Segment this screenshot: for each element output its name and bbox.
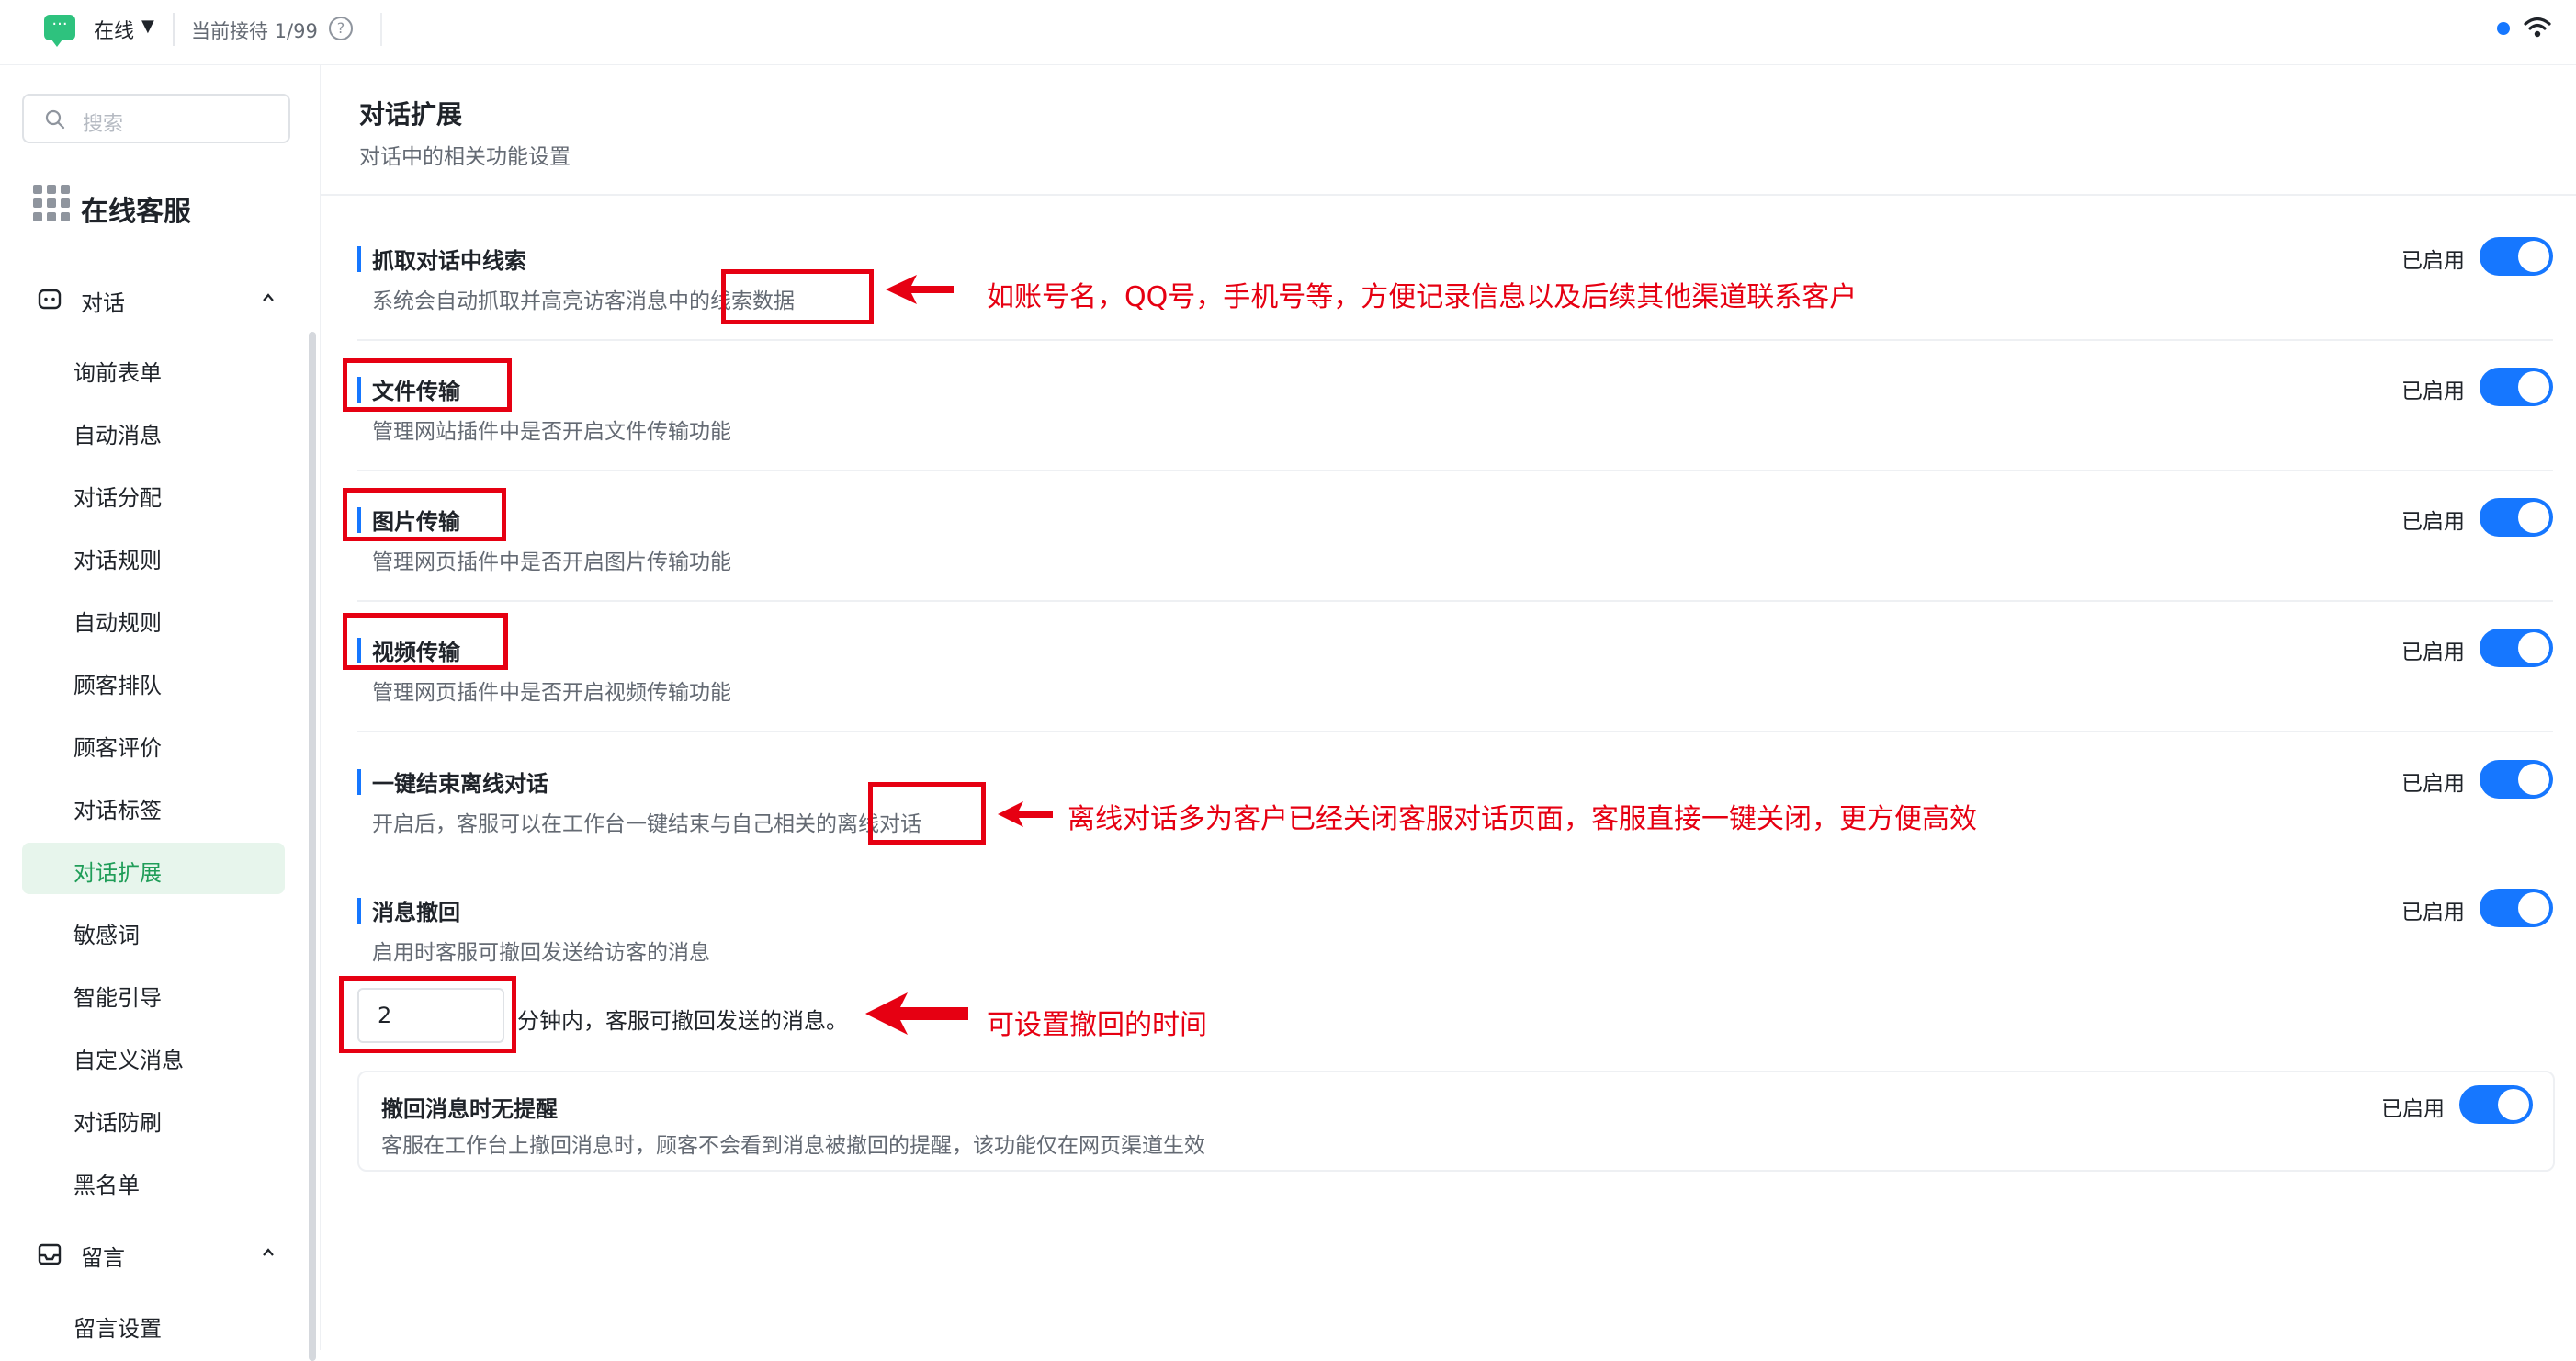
wifi-icon [2524,17,2551,38]
toggle-switch[interactable] [2480,889,2553,927]
annotation-note-clue: 如账号名，QQ号，手机号等，方便记录信息以及后续其他渠道联系客户 [987,281,1858,313]
annotation-box-recall-minutes [339,976,516,1053]
sidebar-item-smart-guide[interactable]: 智能引导 [22,968,285,1019]
page-title: 对话扩展 [359,99,463,130]
setting-description: 开启后，客服可以在工作台一键结束与自己相关的离线对话 [372,812,921,836]
sidebar-item-auto-message[interactable]: 自动消息 [22,405,285,457]
status-label: 已启用 [2401,249,2465,273]
annotation-arrow [886,275,954,304]
nav-group-label: 留言 [81,1245,125,1271]
divider [357,600,2553,602]
help-icon[interactable]: ? [329,17,353,40]
online-dot [2497,22,2510,35]
search-placeholder: 搜索 [83,113,124,136]
setting-description: 客服在工作台上撤回消息时，顾客不会看到消息被撤回的提醒，该功能仅在网页渠道生效 [381,1134,1205,1158]
toggle-switch[interactable] [2459,1085,2533,1124]
status-label: 已启用 [2401,510,2465,534]
status-label: 已启用 [2401,641,2465,664]
search-input[interactable]: 搜索 [22,94,290,143]
divider [357,339,2553,341]
annotation-box-offline-dialog [868,782,986,845]
sidebar-item-dialog-tags[interactable]: 对话标签 [22,780,285,832]
setting-title: 撤回消息时无提醒 [381,1096,558,1122]
setting-description: 管理网页插件中是否开启图片传输功能 [372,550,731,574]
sidebar-item-pre-chat-form[interactable]: 询前表单 [22,343,285,394]
status-label: 已启用 [2381,1097,2445,1121]
sidebar-item-message-settings[interactable]: 留言设置 [22,1299,285,1350]
divider [173,13,175,46]
toggle-switch[interactable] [2480,237,2553,276]
sidebar-item-custom-message[interactable]: 自定义消息 [22,1030,285,1082]
annotation-box-video-transfer [343,613,508,670]
sidebar-item-anti-spam[interactable]: 对话防刷 [22,1093,285,1144]
sidebar-item-auto-rules[interactable]: 自动规则 [22,593,285,644]
nav-group-label: 对话 [81,290,125,316]
sidebar-scrollbar[interactable] [309,332,316,1361]
divider [321,194,2576,196]
sidebar-item-customer-queue[interactable]: 顾客排队 [22,655,285,707]
status-label: 已启用 [2401,380,2465,403]
sidebar-item-dialog-rules[interactable]: 对话规则 [22,530,285,582]
sidebar: 搜索 在线客服 对话 询前表单 自动消息 对话分配 对话规则 自动规则 顾客排队… [0,65,321,1361]
sidebar-item-dialog-extension[interactable]: 对话扩展 [22,843,285,894]
chevron-down-icon[interactable]: ▼ [141,17,154,36]
setting-description: 启用时客服可撤回发送给访客的消息 [372,941,710,965]
sidebar-item-blacklist[interactable]: 黑名单 [22,1155,285,1207]
sidebar-item-dialog-assignment[interactable]: 对话分配 [22,468,285,519]
nav-group-dialog[interactable]: 对话 [22,278,288,320]
top-bar: ··· 在线 ▼ 当前接待 1/99 ? [0,0,2576,65]
chat-icon [38,289,62,310]
app-grid-icon[interactable] [33,185,70,221]
accent-bar [357,246,361,272]
chevron-up-icon [263,1248,274,1256]
annotation-box-image-transfer [343,488,506,541]
divider [357,731,2553,732]
main-content: 对话扩展 对话中的相关功能设置 抓取对话中线索 系统会自动抓取并高亮访客消息中的… [321,65,2576,1350]
setting-title: 抓取对话中线索 [372,248,526,274]
accent-bar [357,898,361,924]
setting-description: 管理网页插件中是否开启视频传输功能 [372,681,731,705]
annotation-note-offline: 离线对话多为客户已经关闭客服对话页面，客服直接一键关闭，更方便高效 [1068,803,1977,835]
queue-count: 当前接待 1/99 [191,20,318,42]
sub-setting-no-recall-notice: 撤回消息时无提醒 客服在工作台上撤回消息时，顾客不会看到消息被撤回的提醒，该功能… [357,1071,2555,1172]
status-label: 已启用 [2401,901,2465,924]
recall-minutes-suffix: 分钟内，客服可撤回发送的消息。 [517,1008,848,1034]
setting-description: 管理网站插件中是否开启文件传输功能 [372,420,731,444]
app-title: 在线客服 [81,196,191,228]
inbox-icon [38,1243,62,1265]
annotation-arrow [865,992,968,1035]
annotation-box-clue-data [721,269,874,324]
chevron-up-icon [263,293,274,301]
search-icon [45,109,65,130]
accent-bar [357,769,361,795]
sidebar-item-sensitive-words[interactable]: 敏感词 [22,905,285,957]
toggle-switch[interactable] [2480,629,2553,667]
chat-status-icon[interactable]: ··· [44,15,75,47]
page-subtitle: 对话中的相关功能设置 [359,145,571,169]
divider [357,470,2553,471]
annotation-arrow [998,801,1053,827]
divider [380,13,382,46]
annotation-box-file-transfer [343,358,512,412]
toggle-switch[interactable] [2480,368,2553,406]
toggle-switch[interactable] [2480,498,2553,537]
nav-group-message[interactable]: 留言 [22,1232,288,1275]
online-status-label[interactable]: 在线 [94,15,134,44]
setting-title: 消息撤回 [372,900,460,925]
sidebar-item-customer-rating[interactable]: 顾客评价 [22,718,285,769]
annotation-note-recall: 可设置撤回的时间 [987,1009,1207,1041]
toggle-switch[interactable] [2480,760,2553,799]
status-label: 已启用 [2401,772,2465,796]
setting-title: 一键结束离线对话 [372,771,548,797]
